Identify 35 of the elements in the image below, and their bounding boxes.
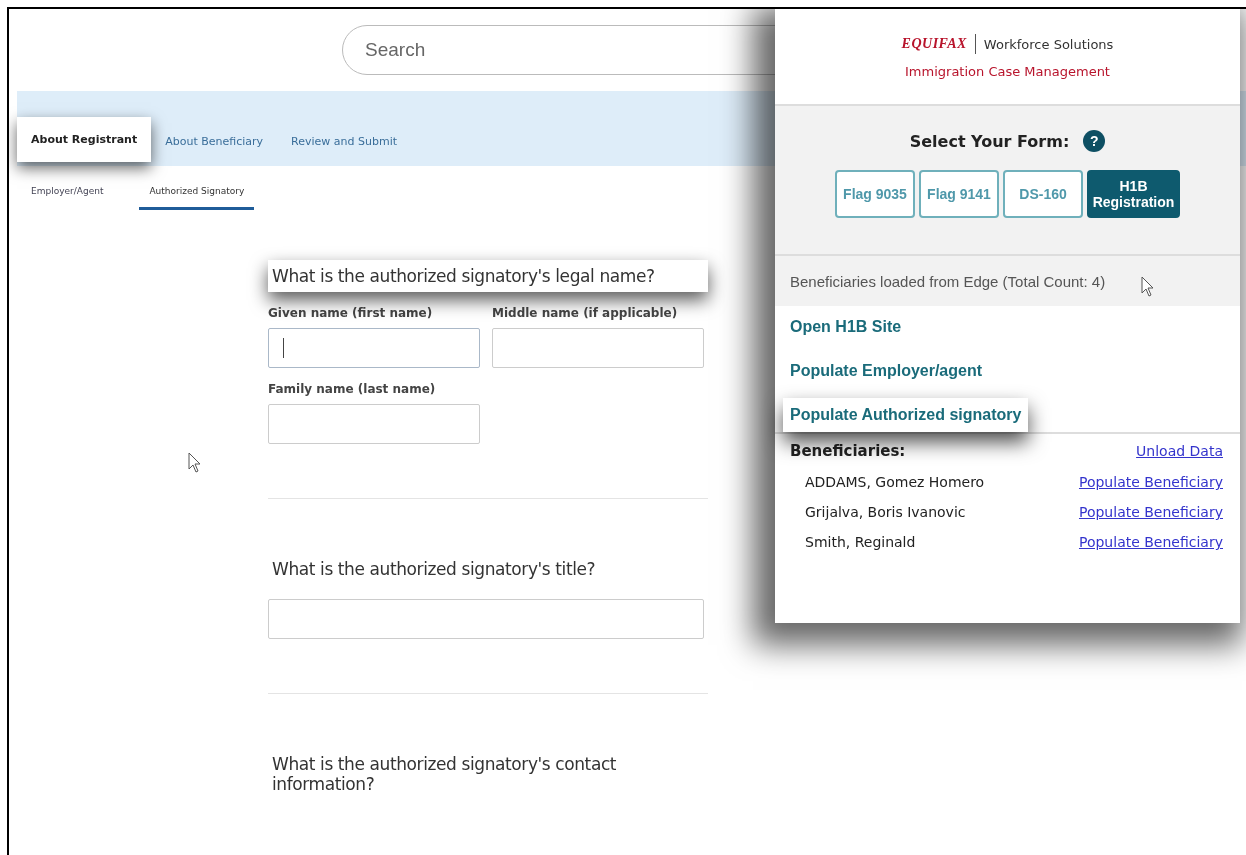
division-name: Workforce Solutions [983, 36, 1114, 52]
question-heading: What is the authorized signatory's title? [271, 558, 597, 581]
action-link[interactable]: Populate Authorized signatory [783, 398, 1029, 432]
tab[interactable]: Review and Submit [277, 125, 412, 158]
text-field[interactable] [268, 599, 704, 639]
product-name: Immigration Case Management [905, 64, 1110, 79]
beneficiary-name: Grijalva, Boris Ivanovic [805, 504, 966, 520]
sub-tab[interactable]: Authorized Signatory [139, 166, 255, 210]
action-link[interactable]: Populate Employer/agent [783, 362, 990, 380]
section-heading: Beneficiaries: [790, 442, 906, 460]
populate-link[interactable]: Populate Beneficiary [1078, 474, 1223, 490]
populate-link[interactable]: Populate Beneficiary [1078, 504, 1223, 520]
form-prompt: Select Your Form: [909, 131, 1070, 151]
question-heading: What is the authorized signatory's contact information? [271, 753, 618, 796]
tab[interactable]: About Registrant [17, 117, 152, 162]
question-heading: What is the authorized signatory's legal name? [268, 260, 708, 292]
field-label: Given name (first name) [268, 306, 434, 320]
field-label: Middle name (if applicable) [492, 306, 679, 320]
beneficiary-name: Smith, Reginald [805, 534, 916, 550]
text-field[interactable] [492, 328, 704, 368]
action-link[interactable]: Open H1B Site [783, 318, 909, 336]
sub-tab[interactable]: Employer/Agent [21, 166, 114, 210]
mouse-pointer-icon [1141, 276, 1156, 298]
brand-logo: EQUIFAX [901, 36, 967, 52]
field-label: Family name (last name) [268, 382, 437, 396]
unload-link[interactable]: Unload Data [1136, 443, 1223, 459]
populate-link[interactable]: Populate Beneficiary [1078, 534, 1223, 550]
mouse-pointer-icon [188, 452, 202, 474]
beneficiary-name: ADDAMS, Gomez Homero [805, 474, 985, 490]
tab[interactable]: About Beneficiary [151, 125, 278, 158]
text-field[interactable] [268, 328, 480, 368]
form-button[interactable]: H1B Registration [1087, 170, 1180, 218]
help-icon[interactable]: ? [1083, 130, 1106, 152]
text-field[interactable] [268, 404, 480, 444]
status-text: Beneficiaries loaded from Edge (Total Count: 4) [790, 272, 1106, 290]
